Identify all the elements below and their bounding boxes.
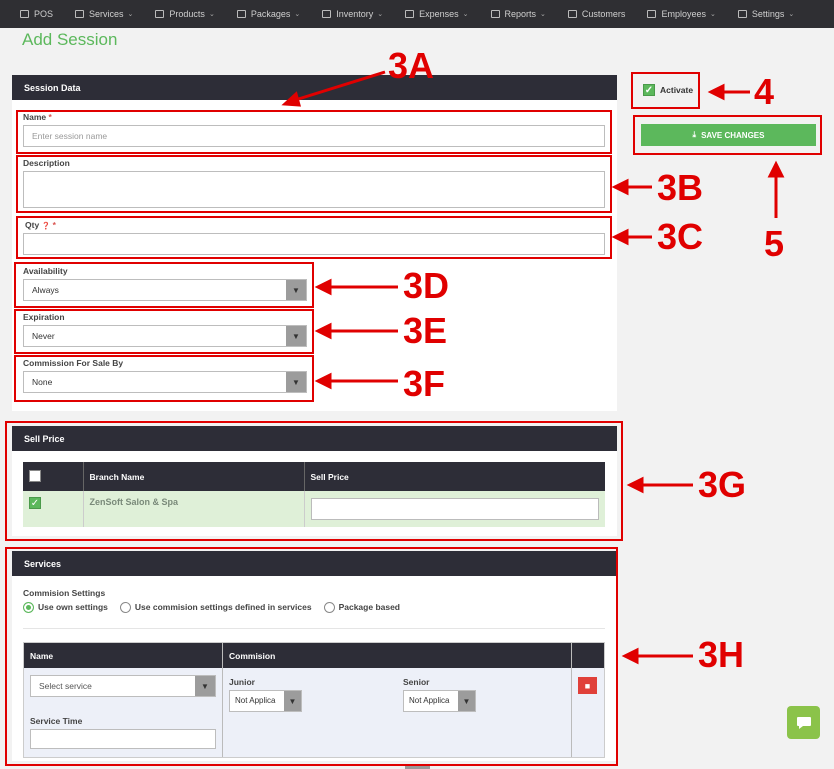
annotation-label-3a: 3A [388, 45, 435, 86]
annotation-label-3b: 3B [657, 167, 704, 208]
annotation-label-3g: 3G [698, 464, 747, 505]
annotation-label-3e: 3E [403, 310, 448, 351]
annotation-label-3c: 3C [657, 216, 704, 257]
annotation-label-4: 4 [754, 71, 775, 112]
annotation-label-5: 5 [764, 223, 785, 264]
annotation-label-3d: 3D [403, 265, 450, 306]
annotation-label-3f: 3F [403, 363, 446, 404]
annotation-label-3h: 3H [698, 634, 745, 675]
